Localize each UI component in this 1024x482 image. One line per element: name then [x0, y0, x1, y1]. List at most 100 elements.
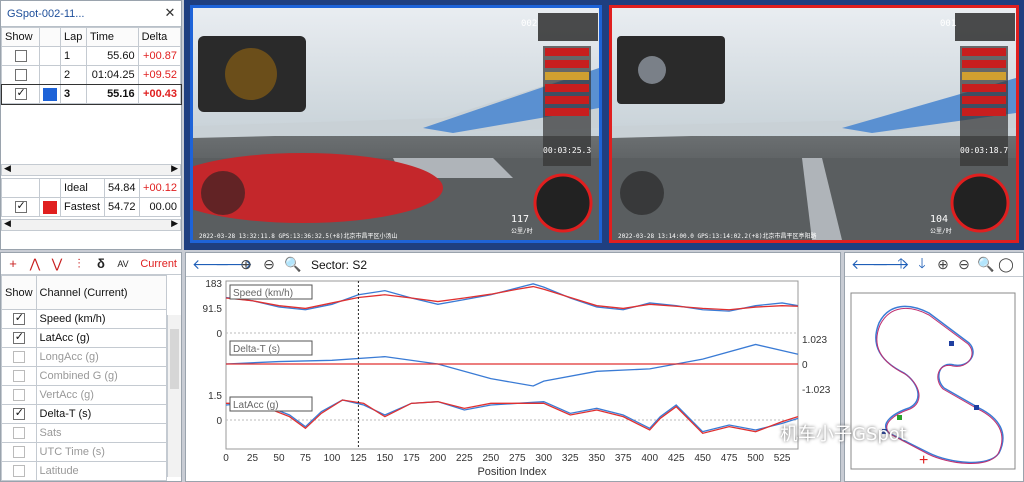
lap-3-color[interactable]: [39, 84, 61, 104]
channel-row-speed[interactable]: Speed (km/h): [1, 309, 168, 329]
lap-3-color-swatch[interactable]: [43, 87, 57, 101]
plot-toolbar: 🡐 🡒 ⊕ ⊖ 🔍 Sector: S2: [186, 253, 840, 277]
lap-2-checkbox[interactable]: [14, 69, 27, 82]
close-icon[interactable]: ✕: [163, 6, 177, 20]
video-right[interactable]: 001 00:03:18.7 104 公里/时 2022-03-28 13:14…: [609, 5, 1019, 243]
channel-row-vertacc[interactable]: VertAcc (g): [1, 385, 168, 405]
channel-vertacc-checkbox[interactable]: [12, 389, 25, 402]
channel-speed-checkbox-cell[interactable]: [1, 309, 37, 329]
channel-deltat-checkbox[interactable]: [12, 406, 25, 421]
scroll-left-icon[interactable]: ◀: [4, 163, 11, 174]
channel-latacc-checkbox-cell[interactable]: [1, 328, 37, 348]
y-tick-label-right: 1.023: [802, 335, 827, 346]
lap-1-checkbox[interactable]: [14, 50, 27, 63]
fastest-color-cell[interactable]: [39, 197, 61, 217]
channel-row-latitude[interactable]: Latitude: [1, 461, 168, 481]
channel-utctime-checkbox-cell[interactable]: [1, 442, 37, 462]
channel-vertacc-checkbox-cell[interactable]: [1, 385, 37, 405]
channel-latitude-label: Latitude: [35, 461, 168, 481]
up-arrow-icon[interactable]: 🡑: [893, 253, 909, 277]
video-left[interactable]: 002 00:03:25.3 117 公里/时 2022-03-28 13:32…: [190, 5, 602, 243]
lap-3-checkbox-cell[interactable]: [1, 84, 40, 104]
channel-sats-checkbox[interactable]: [12, 427, 25, 440]
tele-bar: [545, 108, 589, 116]
zoom-fit-icon[interactable]: 🔍: [977, 256, 994, 273]
channel-sats-checkbox-cell[interactable]: [1, 423, 37, 443]
channel-deltat-checkbox-cell[interactable]: [1, 404, 37, 424]
fastest-label: Fastest: [60, 197, 105, 217]
laps-horizontal-scrollbar[interactable]: ◀ ▶: [1, 163, 181, 176]
forward-arrow-icon[interactable]: 🡒: [215, 256, 253, 273]
channel-row-deltat[interactable]: Delta-T (s): [1, 404, 168, 424]
video-left-scene: [193, 13, 599, 240]
lap-row-2[interactable]: 2 01:04.25 +09.52: [1, 65, 182, 85]
col-time[interactable]: Time: [86, 27, 139, 47]
channel-combinedg-checkbox-cell[interactable]: [1, 366, 37, 386]
valley-icon[interactable]: ⋁: [49, 256, 65, 272]
channel-row-combinedg[interactable]: Combined G (g): [1, 366, 168, 386]
channel-row-utctime[interactable]: UTC Time (s): [1, 442, 168, 462]
channel-row-latacc[interactable]: LatAcc (g): [1, 328, 168, 348]
channels-col-name[interactable]: Channel (Current): [35, 275, 168, 310]
split-icon[interactable]: ⫶: [71, 256, 87, 272]
channel-deltat-label: Delta-T (s): [35, 404, 168, 424]
add-channel-icon[interactable]: +: [5, 256, 21, 271]
lap-3-checkbox[interactable]: [14, 86, 27, 101]
lap-row-3[interactable]: 3 55.16 +00.43: [0, 83, 182, 105]
delta-icon[interactable]: δ: [93, 256, 109, 271]
channel-latitude-checkbox[interactable]: [12, 465, 25, 478]
channels-toolbar: + ⋀ ⋁ ⫶ δ AV Current: [1, 253, 181, 275]
channel-speed-checkbox[interactable]: [12, 311, 25, 326]
scroll-right-icon[interactable]: ▶: [171, 163, 178, 174]
col-show[interactable]: Show: [1, 27, 40, 47]
channel-longacc-checkbox-cell[interactable]: [1, 347, 37, 367]
reset-view-icon[interactable]: ◯: [998, 256, 1014, 273]
lap-1-checkbox-cell[interactable]: [1, 46, 40, 66]
zoom-out-icon[interactable]: ⊖: [956, 256, 972, 273]
channel-latacc-checkbox[interactable]: [12, 330, 25, 345]
channel-combinedg-checkbox[interactable]: [12, 370, 25, 383]
telemetry-plot[interactable]: 183 91.5 0 Speed (km/h) 1.023 0 -1.023 Delta-T …: [186, 277, 840, 481]
channels-vertical-scrollbar[interactable]: [167, 315, 181, 477]
lap-3-delta: +00.43: [137, 84, 182, 104]
forward-arrow-icon[interactable]: 🡒: [872, 256, 910, 273]
lap-2-checkbox-cell[interactable]: [1, 65, 40, 85]
tele-bar: [545, 48, 589, 56]
summary-horizontal-scrollbar[interactable]: ◀ ▶: [1, 218, 181, 231]
average-icon[interactable]: AV: [115, 259, 131, 269]
track-map[interactable]: +: [849, 283, 1021, 479]
channel-combinedg-label: Combined G (g): [35, 366, 168, 386]
channel-latitude-checkbox-cell[interactable]: [1, 461, 37, 481]
lap-2-delta: +09.52: [137, 65, 182, 85]
channels-col-show[interactable]: Show: [1, 275, 37, 310]
position-cursor-icon[interactable]: +: [919, 452, 928, 469]
video-right-speed: 104: [930, 214, 949, 225]
fastest-color-swatch[interactable]: [43, 200, 57, 214]
current-lap-label[interactable]: Current: [140, 258, 177, 270]
back-arrow-icon[interactable]: 🡐: [851, 256, 889, 273]
channel-title: LatAcc (g): [233, 400, 279, 411]
scroll-left-icon[interactable]: ◀: [4, 218, 11, 229]
channel-longacc-checkbox[interactable]: [12, 351, 25, 364]
zoom-out-icon[interactable]: ⊖: [261, 256, 277, 273]
peak-icon[interactable]: ⋀: [27, 256, 43, 272]
scroll-thumb[interactable]: [170, 329, 179, 389]
channel-row-longacc[interactable]: LongAcc (g): [1, 347, 168, 367]
channel-row-sats[interactable]: Sats: [1, 423, 168, 443]
zoom-in-icon[interactable]: ⊕: [935, 256, 951, 273]
fastest-checkbox[interactable]: [14, 199, 27, 214]
x-tick-label: 225: [456, 453, 473, 464]
zoom-in-icon[interactable]: ⊕: [238, 256, 254, 273]
fastest-delta: 00.00: [138, 197, 182, 217]
col-lap[interactable]: Lap: [60, 27, 87, 47]
video-right-badge: 001: [940, 19, 957, 29]
down-arrow-icon[interactable]: 🡓: [914, 253, 930, 277]
zoom-fit-icon[interactable]: 🔍: [284, 256, 301, 273]
col-delta[interactable]: Delta: [137, 27, 182, 47]
scroll-right-icon[interactable]: ▶: [171, 218, 178, 229]
lap-row-1[interactable]: 1 55.60 +00.87: [1, 46, 182, 66]
channel-utctime-checkbox[interactable]: [12, 446, 25, 459]
fastest-row[interactable]: Fastest 54.72 00.00: [1, 197, 182, 217]
fastest-checkbox-cell[interactable]: [1, 197, 40, 217]
back-arrow-icon[interactable]: 🡐: [192, 256, 230, 273]
